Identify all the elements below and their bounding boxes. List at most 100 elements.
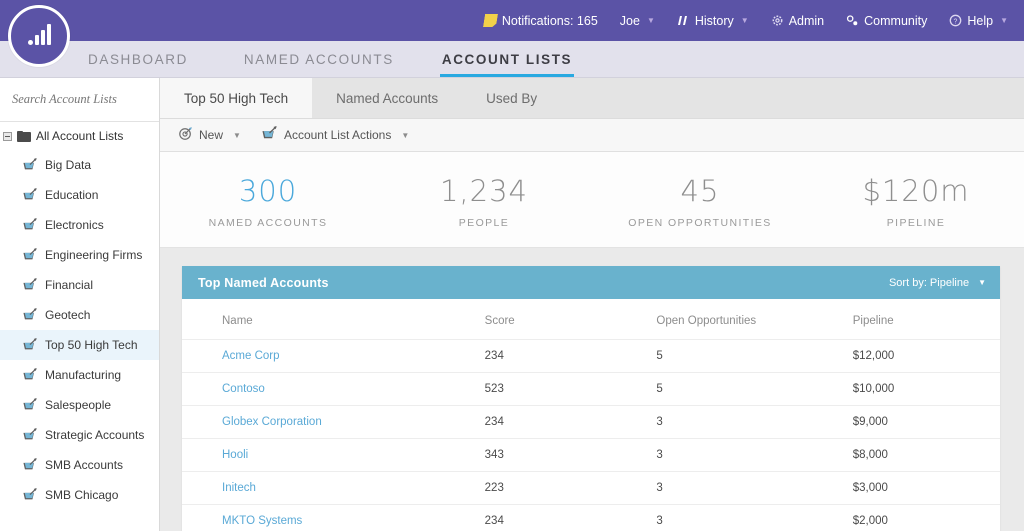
sidebar-item-label: Strategic Accounts xyxy=(45,428,144,442)
account-link[interactable]: Globex Corporation xyxy=(222,416,322,428)
content-area: Top 50 High Tech Named Accounts Used By xyxy=(160,78,1024,531)
collapse-toggle-icon[interactable] xyxy=(3,132,12,141)
sidebar-item-label: Electronics xyxy=(45,218,104,232)
basket-icon xyxy=(22,248,38,262)
cell-name: Contoso xyxy=(182,373,485,406)
kpi-summary-band: 300 NAMED ACCOUNTS 1,234 PEOPLE 45 OPEN … xyxy=(160,152,1024,248)
nav-item-dashboard[interactable]: DASHBOARD xyxy=(78,41,198,77)
col-header-pipeline[interactable]: Pipeline xyxy=(853,299,1000,340)
sidebar-item-strategic-accounts[interactable]: Strategic Accounts xyxy=(0,420,159,450)
sidebar-item-engineering-firms[interactable]: Engineering Firms xyxy=(0,240,159,270)
table-row[interactable]: Initech2233$3,000 xyxy=(182,472,1000,505)
kpi-value-pipeline: $120m xyxy=(808,174,1024,208)
cell-score: 234 xyxy=(485,505,657,531)
account-link[interactable]: Hooli xyxy=(222,449,248,461)
col-header-score[interactable]: Score xyxy=(485,299,657,340)
help-menu[interactable]: ? Help ▼ xyxy=(949,14,1008,28)
tab-label-0: Top 50 High Tech xyxy=(184,91,288,106)
cell-score: 343 xyxy=(485,439,657,472)
cell-pipeline: $8,000 xyxy=(853,439,1000,472)
account-link[interactable]: MKTO Systems xyxy=(222,515,302,527)
account-list-actions-label: Account List Actions xyxy=(284,128,391,142)
help-label: Help xyxy=(967,14,993,28)
account-link[interactable]: Initech xyxy=(222,482,256,494)
sort-by-dropdown[interactable]: Sort by: Pipeline ▼ xyxy=(889,277,986,289)
sidebar-item-label: Education xyxy=(45,188,98,202)
new-button[interactable]: New ▼ xyxy=(178,126,241,144)
target-icon xyxy=(178,126,193,144)
nav-label-account-lists: ACCOUNT LISTS xyxy=(442,52,572,67)
community-icon xyxy=(846,14,859,27)
table-row[interactable]: MKTO Systems 2343$2,000 xyxy=(182,505,1000,531)
sidebar-item-financial[interactable]: Financial xyxy=(0,270,159,300)
kpi-named-accounts: 300 NAMED ACCOUNTS xyxy=(160,174,376,229)
col-header-name[interactable]: Name xyxy=(182,299,485,340)
cell-score: 223 xyxy=(485,472,657,505)
tab-used-by[interactable]: Used By xyxy=(462,78,561,119)
cell-pipeline: $10,000 xyxy=(853,373,1000,406)
table-row[interactable]: Globex Corporation2343$9,000 xyxy=(182,406,1000,439)
table-row[interactable]: Contoso5235$10,000 xyxy=(182,373,1000,406)
sidebar-item-electronics[interactable]: Electronics xyxy=(0,210,159,240)
notifications-link[interactable]: Notifications: 165 xyxy=(484,14,598,28)
account-list-actions-button[interactable]: Account List Actions ▼ xyxy=(261,126,409,144)
chevron-down-icon: ▼ xyxy=(1000,16,1008,25)
community-label: Community xyxy=(864,14,927,28)
help-icon: ? xyxy=(949,14,962,27)
account-link[interactable]: Contoso xyxy=(222,383,265,395)
cell-name: Acme Corp xyxy=(182,340,485,373)
col-header-opportunities[interactable]: Open Opportunities xyxy=(656,299,852,340)
kpi-value-open-opportunities: 45 xyxy=(592,174,808,208)
table-row[interactable]: Acme Corp2345$12,000 xyxy=(182,340,1000,373)
chevron-down-icon: ▼ xyxy=(647,16,655,25)
sidebar-root-label: All Account Lists xyxy=(36,129,123,143)
cell-opportunities: 3 xyxy=(656,505,852,531)
basket-icon xyxy=(22,368,38,382)
cell-opportunities: 3 xyxy=(656,472,852,505)
sidebar-item-label: SMB Accounts xyxy=(45,458,123,472)
sidebar-item-smb-chicago[interactable]: SMB Chicago xyxy=(0,480,159,510)
note-icon xyxy=(484,14,497,27)
sidebar-item-manufacturing[interactable]: Manufacturing xyxy=(0,360,159,390)
sidebar-item-education[interactable]: Education xyxy=(0,180,159,210)
cell-score: 234 xyxy=(485,340,657,373)
sidebar-item-top-50-high-tech[interactable]: Top 50 High Tech xyxy=(0,330,159,360)
history-menu[interactable]: History ▼ xyxy=(677,14,749,28)
app-logo[interactable] xyxy=(8,5,70,67)
sidebar-item-label: Salespeople xyxy=(45,398,111,412)
search-input[interactable] xyxy=(12,92,147,107)
kpi-value-people: 1,234 xyxy=(376,174,592,208)
community-link[interactable]: Community xyxy=(846,14,927,28)
sidebar-item-geotech[interactable]: Geotech xyxy=(0,300,159,330)
search-box[interactable] xyxy=(0,78,159,122)
table-row[interactable]: Hooli 3433$8,000 xyxy=(182,439,1000,472)
sidebar-item-smb-accounts[interactable]: SMB Accounts xyxy=(0,450,159,480)
tab-label-2: Used By xyxy=(486,91,537,106)
user-menu-joe[interactable]: Joe ▼ xyxy=(620,14,655,28)
chevron-down-icon: ▼ xyxy=(233,131,241,140)
sort-by-label: Sort by: Pipeline xyxy=(889,277,969,289)
user-menu-label: Joe xyxy=(620,14,640,28)
tab-top-50-high-tech[interactable]: Top 50 High Tech xyxy=(160,78,312,119)
sidebar-item-big-data[interactable]: Big Data xyxy=(0,150,159,180)
nav-item-account-lists[interactable]: ACCOUNT LISTS xyxy=(432,41,582,77)
admin-link[interactable]: Admin xyxy=(771,14,824,28)
svg-text:?: ? xyxy=(954,18,958,25)
chevron-down-icon: ▼ xyxy=(741,16,749,25)
sidebar-item-salespeople[interactable]: Salespeople xyxy=(0,390,159,420)
basket-icon xyxy=(22,458,38,472)
notifications-label: Notifications: 165 xyxy=(502,14,598,28)
cell-pipeline: $2,000 xyxy=(853,505,1000,531)
basket-icon xyxy=(261,126,278,144)
cell-name: Initech xyxy=(182,472,485,505)
tab-named-accounts[interactable]: Named Accounts xyxy=(312,78,462,119)
card-title: Top Named Accounts xyxy=(198,276,329,290)
card-header: Top Named Accounts Sort by: Pipeline ▼ xyxy=(182,266,1000,299)
account-link[interactable]: Acme Corp xyxy=(222,350,280,362)
basket-icon xyxy=(22,158,38,172)
cell-opportunities: 3 xyxy=(656,439,852,472)
kpi-label-open-opportunities: OPEN OPPORTUNITIES xyxy=(592,217,808,229)
sidebar-root-all-account-lists[interactable]: All Account Lists xyxy=(0,122,159,150)
nav-label-dashboard: DASHBOARD xyxy=(88,52,188,67)
nav-item-named-accounts[interactable]: NAMED ACCOUNTS xyxy=(234,41,404,77)
